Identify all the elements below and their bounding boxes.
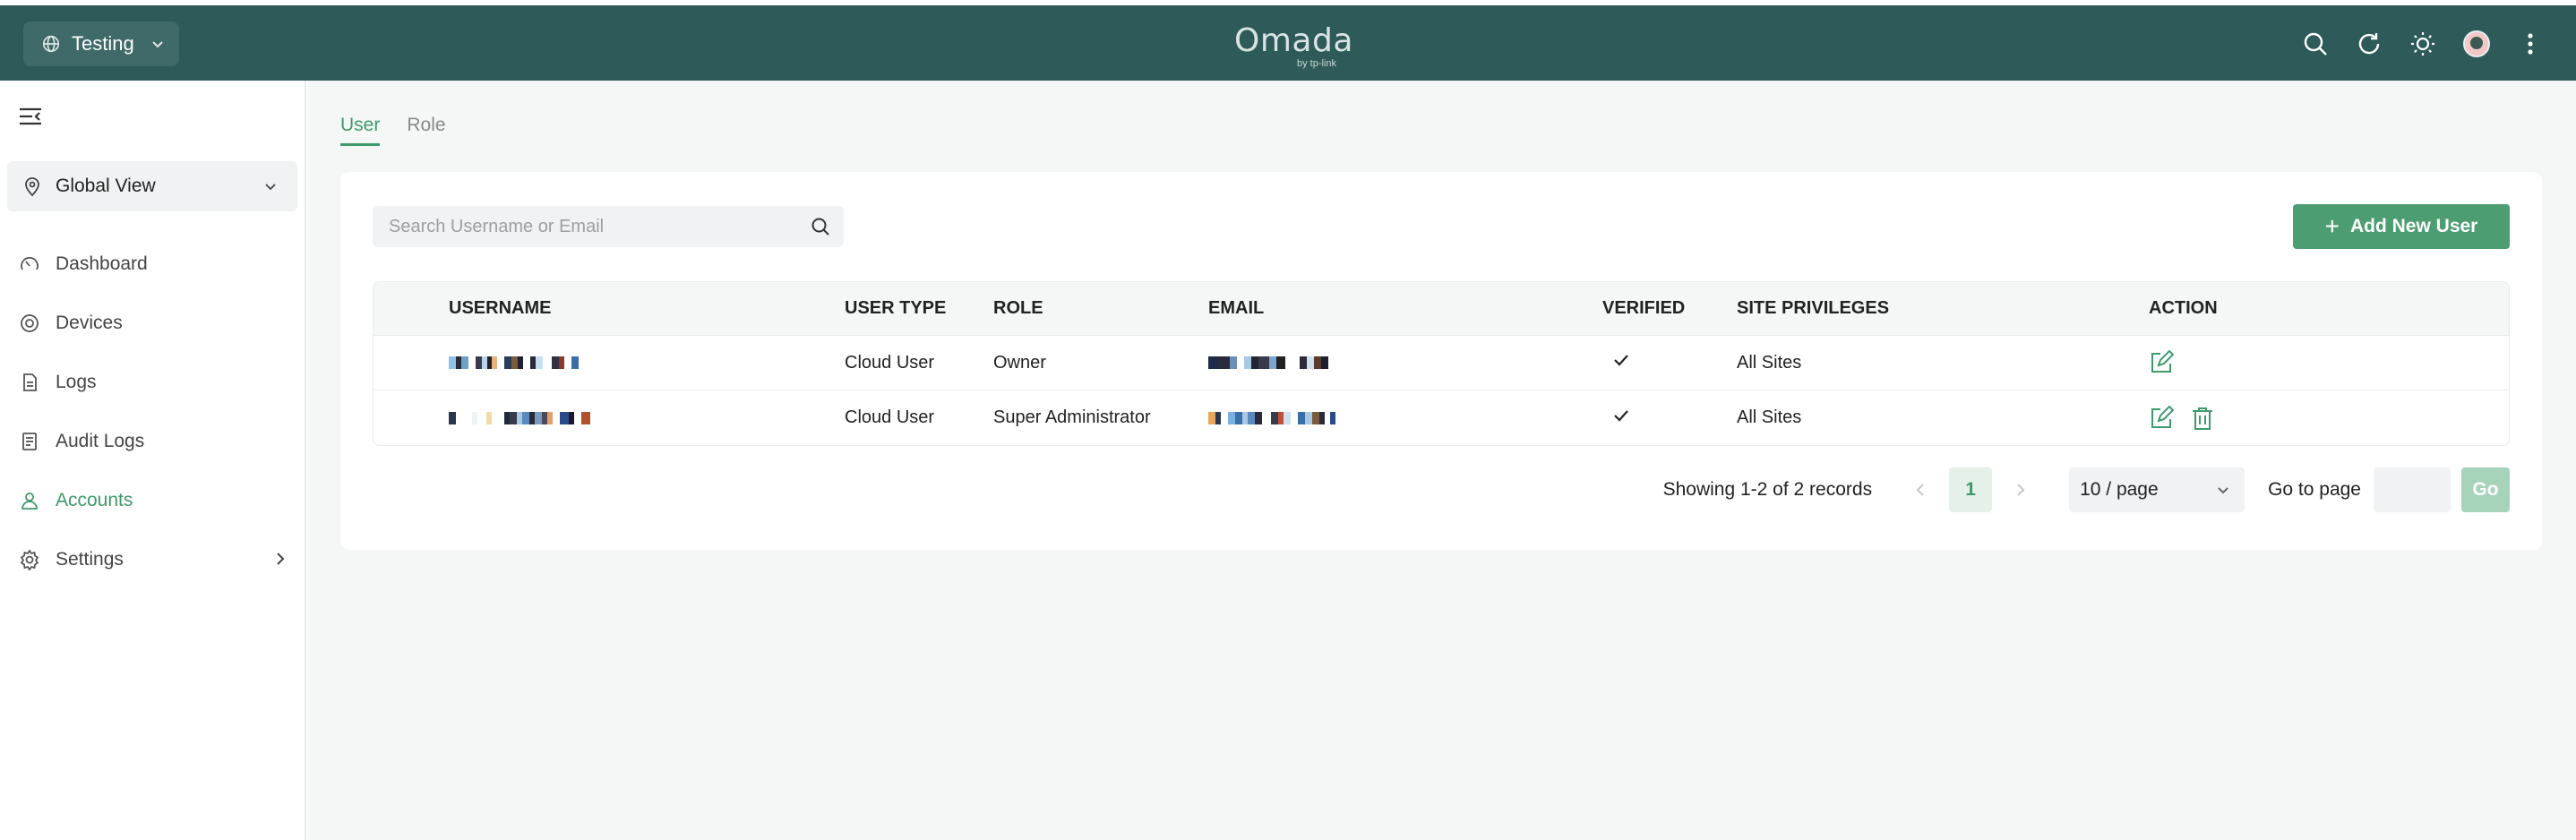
sidebar-item-label: Settings (56, 549, 124, 570)
global-view-selector[interactable]: Global View (7, 161, 297, 211)
verified-cell (1602, 406, 1737, 431)
sidebar-item-logs[interactable]: Logs (0, 353, 305, 412)
table-row: Cloud User Super Administrator All Sites (374, 390, 2509, 445)
sidebar-item-accounts[interactable]: Accounts (0, 471, 305, 530)
location-pin-icon (25, 177, 39, 197)
check-icon (1614, 355, 1628, 366)
sidebar-item-label: Devices (56, 313, 123, 333)
tab-user[interactable]: User (340, 115, 381, 146)
username-cell (374, 409, 845, 427)
user-type-cell: Cloud User (845, 407, 935, 427)
table-row: Cloud User Owner All Sites (374, 336, 2509, 390)
account-tabs: User Role (340, 115, 446, 146)
global-view-label: Global View (56, 176, 156, 196)
site-privileges-cell: All Sites (1737, 407, 1802, 427)
table-header: USERNAME USER TYPE ROLE EMAIL VERIFIED S… (374, 282, 2509, 336)
search-icon[interactable] (2302, 30, 2329, 57)
chevron-right-icon (2017, 484, 2025, 496)
sidebar-item-dashboard[interactable]: Dashboard (0, 235, 305, 294)
logo-subtitle: by tp-link (1296, 58, 1336, 69)
column-header-action: ACTION (2149, 298, 2218, 318)
logs-icon (18, 371, 41, 394)
sidebar-nav: Dashboard Devices Logs Audit Logs Accoun… (0, 235, 305, 589)
redacted-username (449, 409, 845, 427)
email-cell (1208, 354, 1602, 372)
search-input[interactable] (389, 216, 783, 237)
audit-logs-icon (18, 430, 41, 453)
user-avatar[interactable] (2463, 30, 2490, 57)
sidebar-item-label: Dashboard (56, 253, 148, 274)
chevron-left-icon (1916, 484, 1924, 496)
edit-icon[interactable] (2149, 405, 2174, 431)
add-new-user-label: Add New User (2349, 216, 2478, 236)
chevron-down-icon (152, 41, 163, 48)
role-cell: Owner (993, 352, 1046, 373)
page-size-value: 10 / page (2080, 479, 2159, 500)
top-header: Testing Omada by tp-link (0, 5, 2576, 81)
column-header-email: EMAIL (1208, 298, 1265, 318)
next-page-button[interactable] (2003, 467, 2039, 512)
main-content: User Role + Add New User USERNAME USER T… (308, 81, 2576, 840)
sidebar-item-label: Accounts (56, 490, 133, 510)
check-icon (1614, 409, 1628, 422)
redacted-email (1208, 354, 1602, 372)
edit-icon[interactable] (2149, 350, 2174, 375)
verified-cell (1602, 350, 1737, 375)
accounts-icon (18, 489, 41, 512)
email-cell (1208, 409, 1602, 427)
tab-role[interactable]: Role (407, 115, 445, 146)
column-header-role: ROLE (993, 298, 1043, 318)
search-box (373, 206, 844, 247)
site-selector[interactable]: Testing (23, 21, 179, 66)
column-header-site-privileges: SITE PRIVILEGES (1737, 298, 1890, 318)
collapse-menu-icon[interactable] (18, 104, 43, 129)
users-card: + Add New User USERNAME USER TYPE ROLE E… (340, 172, 2542, 550)
sidebar: Global View Dashboard Devices Logs Audit… (0, 81, 306, 840)
page-size-select[interactable]: 10 / page (2069, 467, 2245, 512)
omada-logo: Omada by tp-link (1234, 22, 1353, 70)
sidebar-item-settings[interactable]: Settings (0, 530, 305, 589)
add-new-user-button[interactable]: + Add New User (2293, 204, 2510, 249)
sidebar-item-audit-logs[interactable]: Audit Logs (0, 412, 305, 471)
chevron-right-icon (277, 553, 285, 565)
plus-icon: + (2324, 212, 2340, 240)
page-number-button[interactable]: 1 (1949, 467, 1993, 512)
redacted-email (1208, 409, 1602, 427)
devices-icon (18, 312, 41, 335)
column-header-verified: VERIFIED (1602, 298, 1686, 318)
column-header-user-type: USER TYPE (845, 298, 947, 318)
settings-icon (18, 548, 41, 571)
more-vertical-icon[interactable] (2517, 30, 2544, 57)
go-to-page-input[interactable] (2374, 467, 2451, 512)
theme-sun-icon[interactable] (2409, 30, 2436, 57)
column-header-username: USERNAME (449, 298, 552, 318)
pagination-info: Showing 1-2 of 2 records (1662, 479, 1873, 500)
pagination: Showing 1-2 of 2 records 1 10 / page Go … (1663, 467, 2510, 512)
prev-page-button[interactable] (1902, 467, 1938, 512)
sidebar-item-devices[interactable]: Devices (0, 294, 305, 353)
logo-brand: Omada (1234, 22, 1353, 59)
username-cell (374, 354, 845, 372)
user-type-cell: Cloud User (845, 352, 935, 373)
search-icon[interactable] (810, 216, 831, 237)
go-to-page-label: Go to page (2268, 479, 2361, 500)
dashboard-icon (18, 253, 41, 276)
trash-icon[interactable] (2190, 406, 2215, 431)
globe-icon (42, 35, 60, 53)
chevron-down-icon (2218, 487, 2228, 494)
action-cell (2149, 405, 2417, 431)
chevron-down-icon (265, 184, 276, 191)
site-privileges-cell: All Sites (1737, 352, 1802, 373)
users-table: USERNAME USER TYPE ROLE EMAIL VERIFIED S… (373, 281, 2510, 446)
action-cell (2149, 350, 2417, 375)
role-cell: Super Administrator (993, 407, 1151, 427)
go-button[interactable]: Go (2461, 467, 2510, 512)
redacted-username (449, 354, 845, 372)
sidebar-item-label: Audit Logs (56, 431, 145, 451)
refresh-icon[interactable] (2356, 30, 2383, 57)
header-actions (2302, 30, 2544, 57)
sidebar-item-label: Logs (56, 372, 97, 392)
site-selector-label: Testing (72, 32, 134, 55)
